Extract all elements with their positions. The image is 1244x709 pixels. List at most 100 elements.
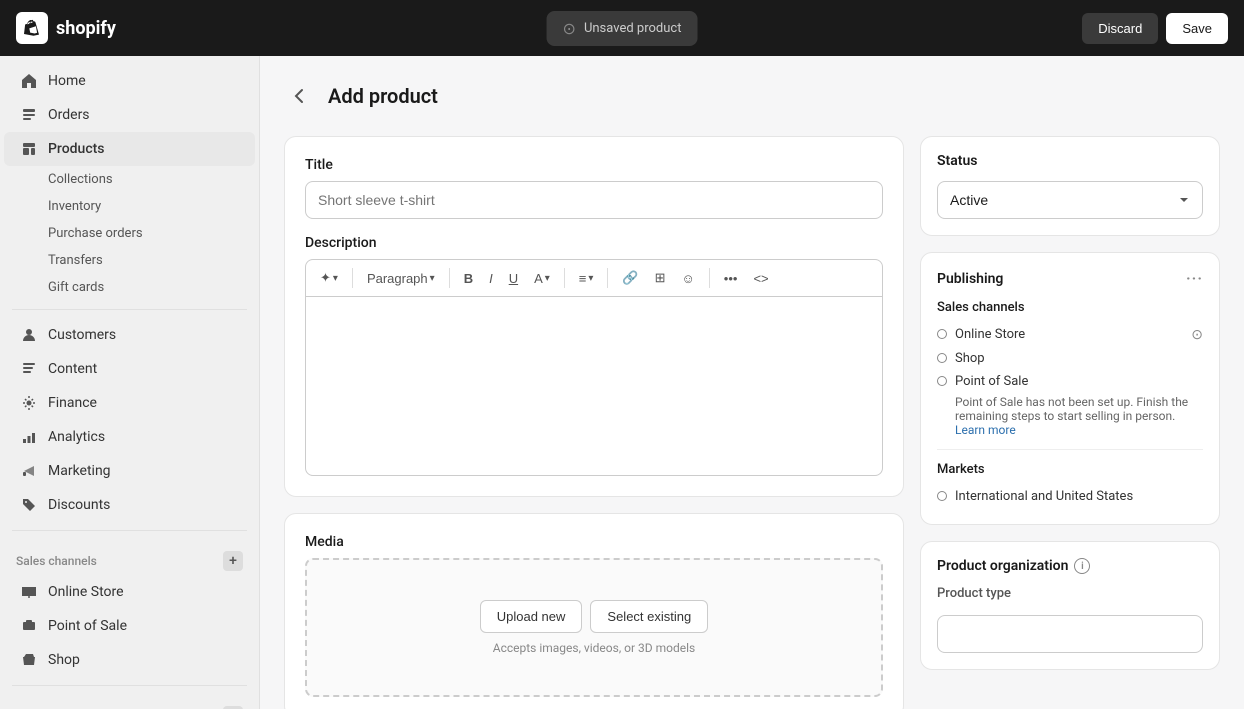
product-type-label: Product type (937, 586, 1203, 601)
sidebar-sub-collections[interactable]: Collections (4, 166, 255, 193)
main-content: Add product Title Description ✦ ▾ (260, 56, 1244, 709)
online-store-icon (20, 583, 38, 601)
sales-channels-label: Sales channels (937, 300, 1203, 315)
description-editor[interactable] (305, 296, 883, 476)
learn-more-link[interactable]: Learn more (937, 423, 1203, 437)
layout: Home Orders Products Collections Invento… (0, 56, 1244, 709)
sidebar-item-discounts[interactable]: Discounts (4, 488, 255, 522)
channel-pos: Point of Sale (937, 370, 1203, 393)
sidebar-item-home[interactable]: Home (4, 64, 255, 98)
sidebar-item-products[interactable]: Products (4, 132, 255, 166)
channel-name-pos: Point of Sale (955, 374, 1203, 389)
pos-setup-note: Point of Sale has not been set up. Finis… (937, 395, 1203, 423)
publishing-card: Publishing ··· Sales channels Online Sto… (920, 252, 1220, 525)
sidebar: Home Orders Products Collections Invento… (0, 56, 260, 709)
unsaved-banner: ⊙ Unsaved product (547, 11, 698, 46)
divider2 (12, 530, 247, 531)
shopify-logo-icon (16, 12, 48, 44)
status-card: Status Active Draft (920, 136, 1220, 236)
channel-shop: Shop (937, 347, 1203, 370)
info-icon[interactable]: i (1074, 558, 1090, 574)
save-button[interactable]: Save (1166, 13, 1228, 44)
code-btn[interactable]: <> (747, 267, 774, 290)
content-icon (20, 360, 38, 378)
sidebar-item-finance[interactable]: Finance (4, 386, 255, 420)
shop-icon (20, 651, 38, 669)
toolbar-divider-4 (607, 268, 608, 288)
toolbar-divider-5 (709, 268, 710, 288)
sidebar-item-analytics[interactable]: Analytics (4, 420, 255, 454)
sidebar-item-pos[interactable]: Point of Sale (4, 609, 255, 643)
discard-button[interactable]: Discard (1082, 13, 1158, 44)
sales-channels-section: Sales channels + (0, 539, 259, 575)
media-hint: Accepts images, videos, or 3D models (327, 641, 861, 655)
divider3 (12, 685, 247, 686)
topbar: shopify ⊙ Unsaved product Discard Save (0, 0, 1244, 56)
status-select[interactable]: Active Draft (937, 181, 1203, 219)
title-input[interactable] (305, 181, 883, 219)
sidebar-label-products: Products (48, 141, 105, 157)
channel-name-shop: Shop (955, 351, 1203, 366)
left-column: Title Description ✦ ▾ Paragraph (284, 136, 904, 709)
sidebar-sub-purchase-orders[interactable]: Purchase orders (4, 220, 255, 247)
media-upload-area: Upload new Select existing Accepts image… (305, 558, 883, 697)
page-title: Add product (328, 84, 438, 108)
toolbar-divider-2 (449, 268, 450, 288)
emoji-btn[interactable]: ☺ (676, 267, 701, 290)
apps-section: Apps + (0, 694, 259, 709)
back-button[interactable] (284, 80, 316, 112)
add-sales-channel-btn[interactable]: + (223, 551, 243, 571)
more-btn[interactable]: ••• (718, 267, 744, 290)
link-btn[interactable]: 🔗 (616, 266, 644, 290)
italic-btn[interactable]: I (483, 267, 499, 290)
sidebar-item-customers[interactable]: Customers (4, 318, 255, 352)
sidebar-label-customers: Customers (48, 327, 116, 343)
sidebar-item-orders[interactable]: Orders (4, 98, 255, 132)
markets-title: Markets (937, 462, 1203, 477)
align-btn[interactable]: ≡ ▾ (573, 267, 600, 290)
sidebar-item-content[interactable]: Content (4, 352, 255, 386)
toolbar-divider-1 (352, 268, 353, 288)
pos-icon (20, 617, 38, 635)
sidebar-label-home: Home (48, 73, 86, 89)
magic-icon: ✦ (320, 270, 331, 286)
channel-dot-shop (937, 353, 947, 363)
topbar-actions: Discard Save (1082, 13, 1228, 44)
sidebar-sub-transfers[interactable]: Transfers (4, 247, 255, 274)
channel-dot-online-store (937, 329, 947, 339)
sidebar-item-shop[interactable]: Shop (4, 643, 255, 677)
card-divider (937, 449, 1203, 450)
underline-btn[interactable]: U (503, 267, 524, 290)
analytics-icon (20, 428, 38, 446)
publishing-title: Publishing (937, 271, 1003, 287)
upload-new-btn[interactable]: Upload new (480, 600, 583, 633)
bold-btn[interactable]: B (458, 267, 479, 290)
sidebar-sub-gift-cards[interactable]: Gift cards (4, 274, 255, 301)
toolbar-divider-3 (564, 268, 565, 288)
sidebar-item-online-store[interactable]: Online Store (4, 575, 255, 609)
product-org-title: Product organization (937, 558, 1068, 574)
markets-value: International and United States (955, 489, 1203, 504)
description-label: Description (305, 235, 883, 251)
sidebar-sub-inventory[interactable]: Inventory (4, 193, 255, 220)
product-type-input[interactable] (937, 615, 1203, 653)
sidebar-label-orders: Orders (48, 107, 90, 123)
magic-btn[interactable]: ✦ ▾ (314, 266, 344, 290)
home-icon (20, 72, 38, 90)
channel-name-online-store: Online Store (955, 327, 1183, 342)
table-btn[interactable]: ⊞ (649, 266, 672, 290)
product-org-card: Product organization i Product type (920, 541, 1220, 670)
markets-item: International and United States (937, 485, 1203, 508)
paragraph-btn[interactable]: Paragraph ▾ (361, 267, 441, 290)
text-color-btn[interactable]: A ▾ (528, 267, 556, 290)
publishing-more-btn[interactable]: ··· (1186, 269, 1203, 288)
magic-chevron: ▾ (333, 273, 338, 284)
finance-icon (20, 394, 38, 412)
right-column: Status Active Draft Publishing ··· Sales… (920, 136, 1220, 709)
sidebar-item-marketing[interactable]: Marketing (4, 454, 255, 488)
sidebar-label-discounts: Discounts (48, 497, 110, 513)
content-grid: Title Description ✦ ▾ Paragraph (284, 136, 1220, 709)
select-existing-btn[interactable]: Select existing (590, 600, 708, 633)
media-card: Media Upload new Select existing Accepts… (284, 513, 904, 709)
channel-settings-icon[interactable]: ⊙ (1191, 327, 1203, 343)
